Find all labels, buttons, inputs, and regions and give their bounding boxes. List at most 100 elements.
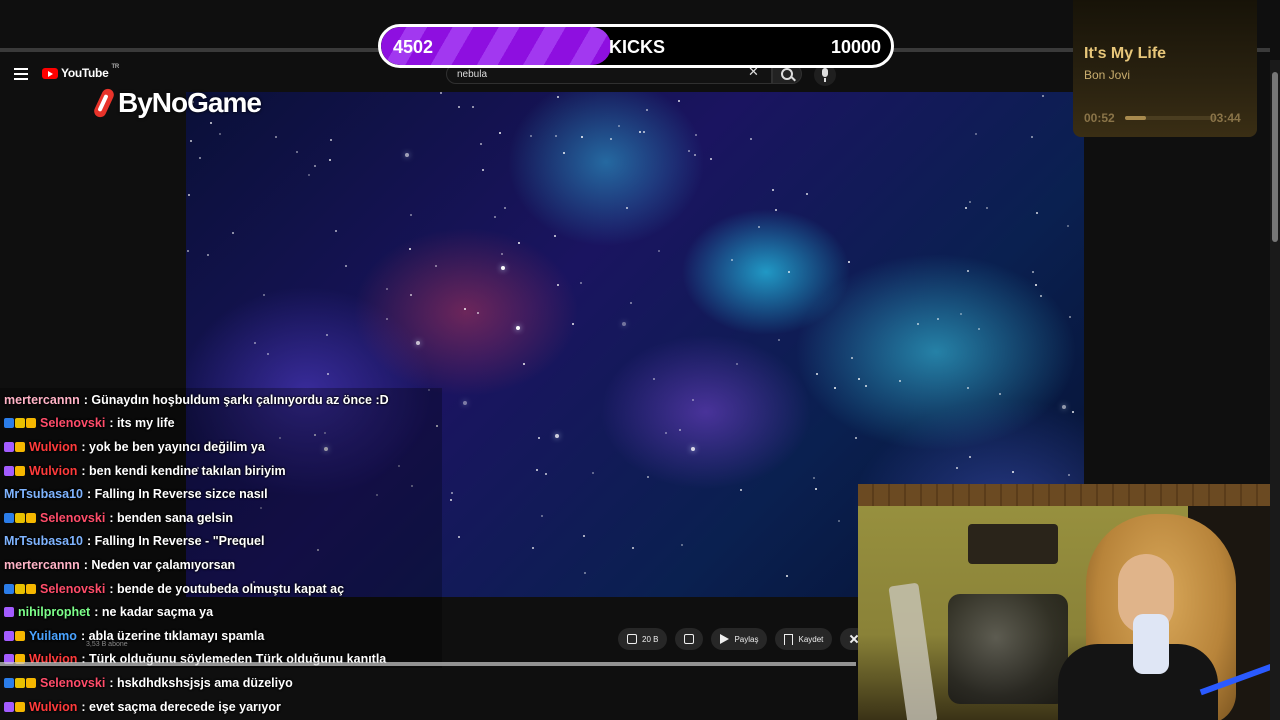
star <box>516 326 520 330</box>
star <box>626 207 628 209</box>
star <box>956 467 958 469</box>
badge-icon <box>15 418 25 429</box>
star <box>865 385 867 387</box>
badge-icon <box>26 418 36 429</box>
badge-icon <box>26 512 36 523</box>
star <box>386 318 388 320</box>
page-divider <box>0 662 856 666</box>
star <box>480 143 482 145</box>
kicks-current: 4502 <box>393 37 434 57</box>
cam-microphone <box>1133 614 1169 674</box>
chat-message: Selenovski: hskdhdkshsjsjs ama düzeliyo <box>0 671 445 695</box>
like-button[interactable]: 20 B <box>618 628 668 650</box>
star <box>647 476 649 478</box>
scrollbar-thumb[interactable] <box>1272 72 1278 242</box>
star <box>329 159 331 161</box>
share-label: Paylaş <box>734 634 759 644</box>
share-button[interactable]: Paylaş <box>711 628 768 650</box>
star <box>960 313 962 315</box>
chat-badges <box>4 441 25 452</box>
star <box>679 429 681 431</box>
star <box>758 226 760 228</box>
chat-text: : yok be ben yayıncı değilim ya <box>81 439 265 454</box>
chat-text: : evet saçma derecede işe yarıyor <box>81 699 281 714</box>
star <box>555 434 559 438</box>
star <box>472 106 474 108</box>
chat-badges <box>4 607 14 618</box>
chat-username: mertercannn <box>4 557 80 572</box>
chat-username: Selenovski <box>40 675 106 690</box>
star <box>410 294 412 296</box>
chat-badges <box>4 701 25 712</box>
star <box>978 328 980 330</box>
star <box>314 165 316 167</box>
star <box>416 341 420 345</box>
chat-message: Wulvion: yok be ben yayıncı değilim ya <box>0 435 445 459</box>
star <box>545 473 547 475</box>
menu-icon[interactable] <box>14 68 28 83</box>
badge-icon <box>4 607 14 618</box>
badge-icon <box>15 441 25 452</box>
star <box>692 399 694 401</box>
star <box>969 456 971 458</box>
star <box>536 469 538 471</box>
star <box>1069 316 1071 318</box>
chat-username: MrTsubasa10 <box>4 487 83 502</box>
badge-icon <box>15 677 25 688</box>
star <box>263 294 265 296</box>
chat-badges <box>4 677 36 688</box>
star <box>554 235 556 237</box>
star <box>815 488 817 490</box>
star <box>330 139 332 141</box>
chat-username: Wulvion <box>29 699 78 714</box>
star <box>308 174 310 176</box>
youtube-logo[interactable]: YouTube TR <box>42 64 119 80</box>
star <box>410 214 412 216</box>
now-playing-widget: It's My Life Bon Jovi 00:52 03:44 <box>1073 0 1257 137</box>
star <box>610 138 612 140</box>
star <box>464 308 466 310</box>
star <box>851 357 853 359</box>
badge-icon <box>4 701 14 712</box>
star <box>967 270 969 272</box>
chat-text: : bende de youtubeda olmuştu kapat aç <box>109 581 345 596</box>
song-title: It's My Life <box>1084 45 1167 62</box>
chat-text: : Falling In Reverse - "Prequel <box>86 534 265 549</box>
chat-username: Wulvion <box>29 439 78 454</box>
star <box>975 133 977 135</box>
star <box>275 136 277 138</box>
badge-icon <box>4 512 14 523</box>
star <box>580 282 582 284</box>
save-button[interactable]: Kaydet <box>775 628 833 650</box>
star <box>219 133 221 135</box>
star <box>658 250 660 252</box>
star <box>458 106 460 108</box>
star <box>899 380 901 382</box>
star <box>813 477 815 479</box>
star <box>188 194 190 196</box>
chat-message: Wulvion: evet saçma derecede işe yarıyor <box>0 695 445 719</box>
star <box>969 201 971 203</box>
star <box>504 207 506 209</box>
star <box>806 193 808 195</box>
chat-badges <box>4 465 25 476</box>
star <box>848 261 850 263</box>
chat-text: : Falling In Reverse sizce nasıl <box>86 487 268 502</box>
badge-icon <box>15 465 25 476</box>
star <box>538 437 540 439</box>
star <box>1032 271 1034 273</box>
chat-badges <box>4 418 36 429</box>
star <box>592 472 594 474</box>
star <box>788 271 790 273</box>
chat-text: : hskdhdkshsjsjs ama düzeliyo <box>109 675 293 690</box>
video-actions: 20 B Paylaş Kaydet <box>618 628 869 650</box>
star <box>618 125 620 127</box>
star <box>210 122 212 124</box>
chat-username: Selenovski <box>40 581 106 596</box>
star <box>557 96 559 98</box>
chat-username: Wulvion <box>29 463 78 478</box>
star <box>451 492 453 494</box>
star <box>653 378 655 380</box>
chat-text: : ben kendi kendine takılan biriyim <box>81 463 286 478</box>
dislike-button[interactable] <box>675 628 704 650</box>
